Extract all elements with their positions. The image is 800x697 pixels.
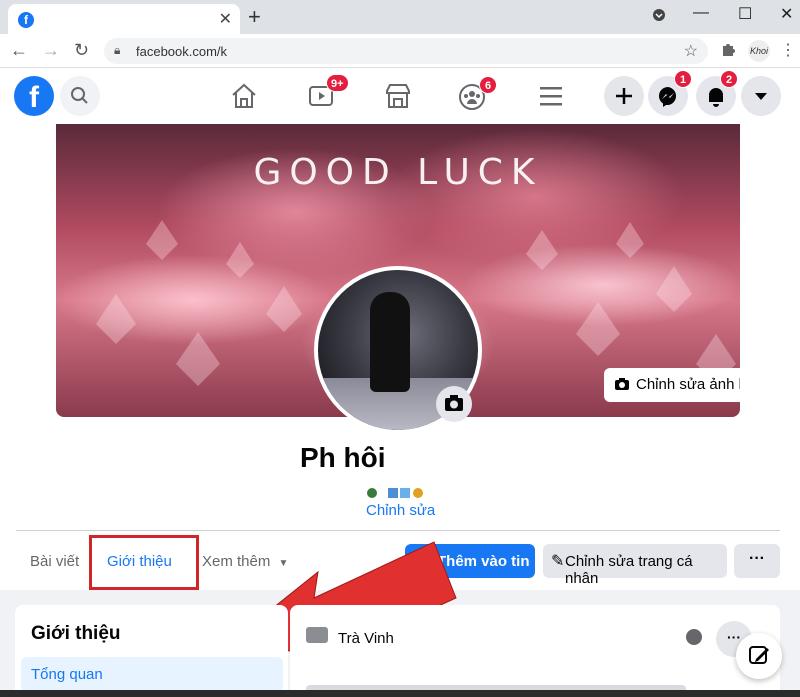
notifications-badge: 2 [720,70,738,88]
new-tab-button[interactable]: + [248,4,261,30]
browser-tab-facebook[interactable]: f ✕ [8,4,240,34]
home-icon[interactable] [229,82,259,110]
facebook-header: f 9+ 6 1 2 [0,68,800,124]
browser-profile-avatar[interactable]: Khoi [748,40,770,62]
messenger-notification-badge: 1 [674,70,692,88]
caret-down-icon [755,93,767,100]
tab-posts[interactable]: Bài viết [30,553,79,570]
video-notification-badge: 9+ [326,74,349,92]
about-details-card: Trà Vinh ··· [290,605,780,697]
search-icon [71,87,88,104]
create-button[interactable] [604,76,644,116]
maximize-window-icon[interactable]: ☐ [738,4,752,24]
address-bar-url[interactable]: facebook.com/k [136,44,227,59]
menu-hamburger-icon[interactable] [537,82,567,110]
lock-icon: 🔒︎ [114,43,121,57]
browser-toolbar: ← → ↻ 🔒︎ facebook.com/k ☆ Khoi ⋮ [0,34,800,68]
close-window-icon[interactable]: ✕ [780,4,793,24]
profile-header: GOOD LUCK Chỉnh sửa ảnh bìa Ph hôi Chỉnh… [0,124,800,668]
bookmark-star-icon[interactable]: ☆ [684,41,698,61]
close-tab-icon[interactable]: ✕ [219,9,232,29]
about-sidebar-card: Giới thiệu Tổng quan [15,605,288,697]
new-message-button[interactable] [736,633,782,679]
update-profile-picture-button[interactable] [436,386,472,422]
facebook-favicon-icon: f [18,12,34,28]
browser-menu-icon[interactable]: ⋮ [780,40,796,60]
edit-profile-button[interactable]: ✎ Chỉnh sửa trang cá nhân [543,544,727,587]
avatar-figure [370,292,410,392]
os-taskbar [0,690,800,697]
compose-pencil-icon [749,646,769,664]
profile-name: Ph hôi [300,442,386,473]
back-arrow-icon[interactable]: ← [10,40,28,61]
more-options-button[interactable]: ··· [734,544,780,578]
browser-tabstrip: f ✕ + — ☐ ✕ [0,0,800,34]
account-menu-button[interactable] [741,76,781,116]
camera-icon [615,378,629,390]
edit-profile-label: Chỉnh sửa trang cá nhân [565,553,693,587]
minimize-window-icon[interactable]: — [693,4,709,22]
reload-icon[interactable]: ↻ [74,40,89,61]
edit-bio-link[interactable]: Chỉnh sửa [366,502,435,519]
marketplace-icon[interactable] [383,82,413,110]
profile-divider [16,530,780,531]
about-card-title: Giới thiệu [31,623,121,644]
plus-icon [616,88,632,104]
edit-cover-photo-button[interactable]: Chỉnh sửa ảnh bìa [604,368,740,402]
pencil-icon: ✎ [551,553,565,570]
tab-search-icon[interactable] [652,8,666,27]
edit-cover-photo-label: Chỉnh sửa ảnh bìa [636,376,740,393]
groups-notification-badge: 6 [479,76,497,94]
briefcase-icon [306,627,328,643]
camera-icon [445,395,463,411]
extensions-puzzle-icon[interactable] [720,41,736,62]
address-bar[interactable]: 🔒︎ facebook.com/k ☆ [104,38,708,64]
bio-emoji-icons [366,486,430,500]
detail-row-location: Trà Vinh [338,630,394,647]
search-button[interactable] [60,76,100,116]
forward-arrow-icon[interactable]: → [42,40,60,61]
overview-nav-item[interactable]: Tổng quan [21,657,283,693]
overview-label: Tổng quan [31,666,103,683]
about-tab-highlight-box [89,535,199,590]
globe-privacy-icon[interactable] [686,629,702,645]
facebook-logo-icon[interactable]: f [14,76,54,116]
